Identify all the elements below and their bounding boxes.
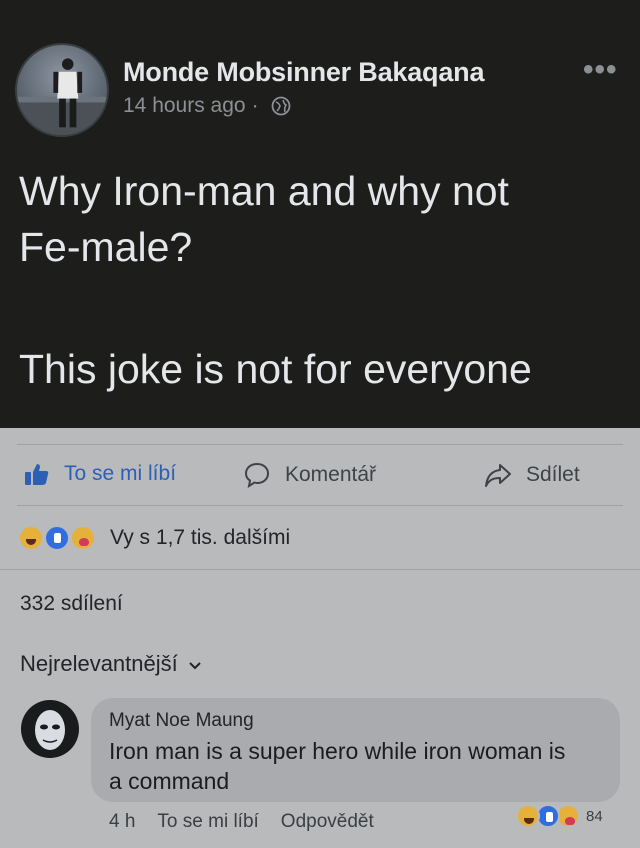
sort-label: Nejrelevantnější [20,651,178,676]
comment-button[interactable]: Komentář [243,461,376,489]
comment-reply-button[interactable]: Odpovědět [281,811,374,833]
like-icon [44,525,70,551]
globe-icon [271,96,291,116]
post-text-line: This joke is not for everyone [19,346,532,392]
comment-sort-dropdown[interactable]: Nejrelevantnější [20,651,202,677]
reactions-summary[interactable]: Vy s 1,7 tis. dalšími [18,525,290,551]
like-label: To se mi líbí [64,462,177,485]
comment-icon [243,461,271,489]
chevron-down-icon [188,651,202,677]
comment-text: Iron man is a super hero while iron woma… [109,736,602,796]
post-meta: 14 hours ago · [123,94,291,118]
comment-actions: 4 h To se mi líbí Odpovědět [109,811,374,833]
comment-label: Komentář [285,463,377,486]
reactions-text: Vy s 1,7 tis. dalšími [110,526,291,549]
comment-text-line: Iron man is a super hero while iron woma… [109,738,566,764]
haha-icon [18,525,44,551]
share-icon [484,461,512,489]
shares-count[interactable]: 332 sdílení [20,592,123,616]
post-time[interactable]: 14 hours ago [123,94,246,118]
divider [17,444,623,445]
care-icon [70,525,96,551]
post-author-name[interactable]: Monde Mobsinner Bakaqana [123,57,484,88]
more-options-icon[interactable]: ••• [583,55,618,85]
comment-time[interactable]: 4 h [109,811,135,833]
post-text-line: Why Iron-man and why not [19,168,509,214]
divider [0,569,640,570]
post-text-line: Fe-male? [19,224,193,270]
divider [17,505,623,506]
comment-reaction-count: 84 [586,807,603,825]
post-text: Why Iron-man and why not Fe-male? This j… [19,163,629,397]
share-button[interactable]: Sdílet [484,461,580,489]
commenter-avatar[interactable] [21,700,79,758]
meta-separator: · [251,94,259,117]
like-button[interactable]: To se mi líbí [24,461,176,487]
comment-like-button[interactable]: To se mi líbí [157,811,258,833]
comment-bubble: Myat Noe Maung Iron man is a super hero … [91,698,620,802]
share-label: Sdílet [526,463,580,486]
comment-reactions[interactable]: 84 [516,804,603,828]
author-avatar[interactable] [15,43,109,137]
thumbs-up-icon [24,461,50,487]
haha-icon [516,804,540,828]
comment-author-name[interactable]: Myat Noe Maung [109,710,602,732]
comment-text-line: a command [109,768,230,794]
